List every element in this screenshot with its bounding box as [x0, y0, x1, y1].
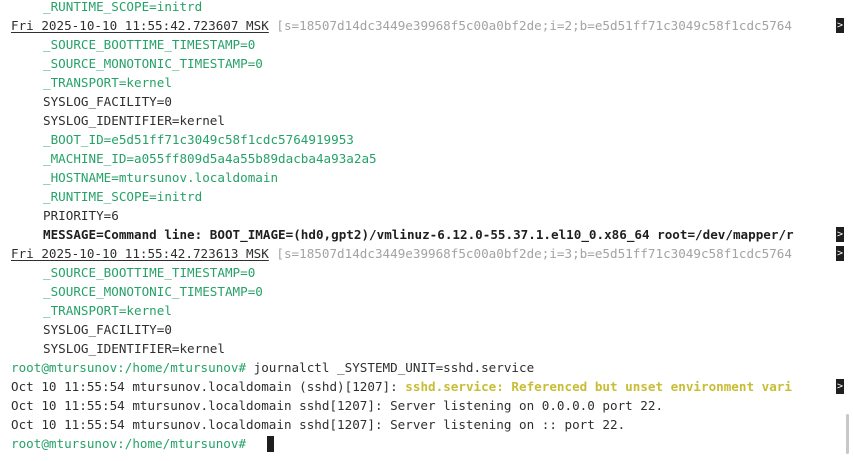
journal-entry-header: Fri 2025-10-10 11:55:42.723613 MSK [s=18… — [11, 244, 837, 263]
truncation-marker-icon: > — [836, 18, 844, 33]
journal-field: _SOURCE_MONOTONIC_TIMESTAMP=0 — [43, 56, 263, 71]
journal-field: _BOOT_ID=e5d51ff71c3049c58f1cdc576491995… — [43, 132, 354, 147]
shell-prompt: root@mtursunov:/home/mtursunov# — [11, 436, 247, 451]
journal-field: _RUNTIME_SCOPE=initrd — [43, 189, 203, 204]
text-cursor — [267, 436, 274, 452]
command-text: journalctl _SYSTEMD_UNIT=sshd.service — [246, 360, 535, 375]
journal-field: SYSLOG_IDENTIFIER=kernel — [43, 341, 225, 356]
shell-prompt: root@mtursunov:/home/mtursunov# — [11, 360, 247, 375]
journal-field: _SOURCE_BOOTTIME_TIMESTAMP=0 — [43, 37, 256, 52]
terminal-window[interactable]: _RUNTIME_SCOPE=initrd Fri 2025-10-10 11:… — [0, 0, 853, 461]
journal-field: SYSLOG_FACILITY=0 — [43, 322, 172, 337]
scrollbar[interactable] — [846, 414, 849, 454]
entry-timestamp: Fri 2025-10-10 11:55:42.723607 MSK — [11, 18, 269, 33]
journal-field: SYSLOG_FACILITY=0 — [43, 94, 172, 109]
truncation-marker-icon: > — [836, 246, 844, 261]
log-line: Oct 10 11:55:54 mtursunov.localdomain ss… — [11, 417, 626, 432]
truncation-marker-icon: > — [836, 227, 844, 242]
journal-entry-header: Fri 2025-10-10 11:55:42.723607 MSK [s=18… — [11, 16, 837, 35]
journal-field: _SOURCE_BOOTTIME_TIMESTAMP=0 — [43, 265, 256, 280]
entry-cursor: [s=18507d14dc3449e39968f5c00a0bf2de;i=3;… — [268, 246, 792, 261]
journal-field: _TRANSPORT=kernel — [43, 303, 172, 318]
log-warning-message: sshd.service: Referenced but unset envir… — [405, 379, 792, 394]
command-input[interactable] — [246, 436, 254, 451]
journal-field: _TRANSPORT=kernel — [43, 75, 172, 90]
journal-field: SYSLOG_IDENTIFIER=kernel — [43, 113, 225, 128]
journal-field: _SOURCE_MONOTONIC_TIMESTAMP=0 — [43, 284, 263, 299]
entry-timestamp: Fri 2025-10-10 11:55:42.723613 MSK — [11, 246, 269, 261]
journal-field: _MACHINE_ID=a055ff809d5a4a55b89dacba4a93… — [43, 151, 377, 166]
command-line: root@mtursunov:/home/mtursunov# journalc… — [11, 358, 837, 377]
journal-field: PRIORITY=6 — [43, 208, 119, 223]
journal-field: _HOSTNAME=mtursunov.localdomain — [43, 170, 279, 185]
log-prefix: Oct 10 11:55:54 mtursunov.localdomain (s… — [11, 379, 406, 394]
truncation-marker-icon: > — [836, 379, 844, 394]
entry-cursor: [s=18507d14dc3449e39968f5c00a0bf2de;i=2;… — [268, 18, 792, 33]
log-line: Oct 10 11:55:54 mtursunov.localdomain ss… — [11, 398, 664, 413]
journal-message: MESSAGE=Command line: BOOT_IMAGE=(hd0,gp… — [43, 227, 794, 242]
journal-field: _RUNTIME_SCOPE=initrd — [43, 0, 203, 14]
log-line: Oct 10 11:55:54 mtursunov.localdomain (s… — [11, 377, 837, 396]
command-line[interactable]: root@mtursunov:/home/mtursunov# — [11, 434, 837, 453]
